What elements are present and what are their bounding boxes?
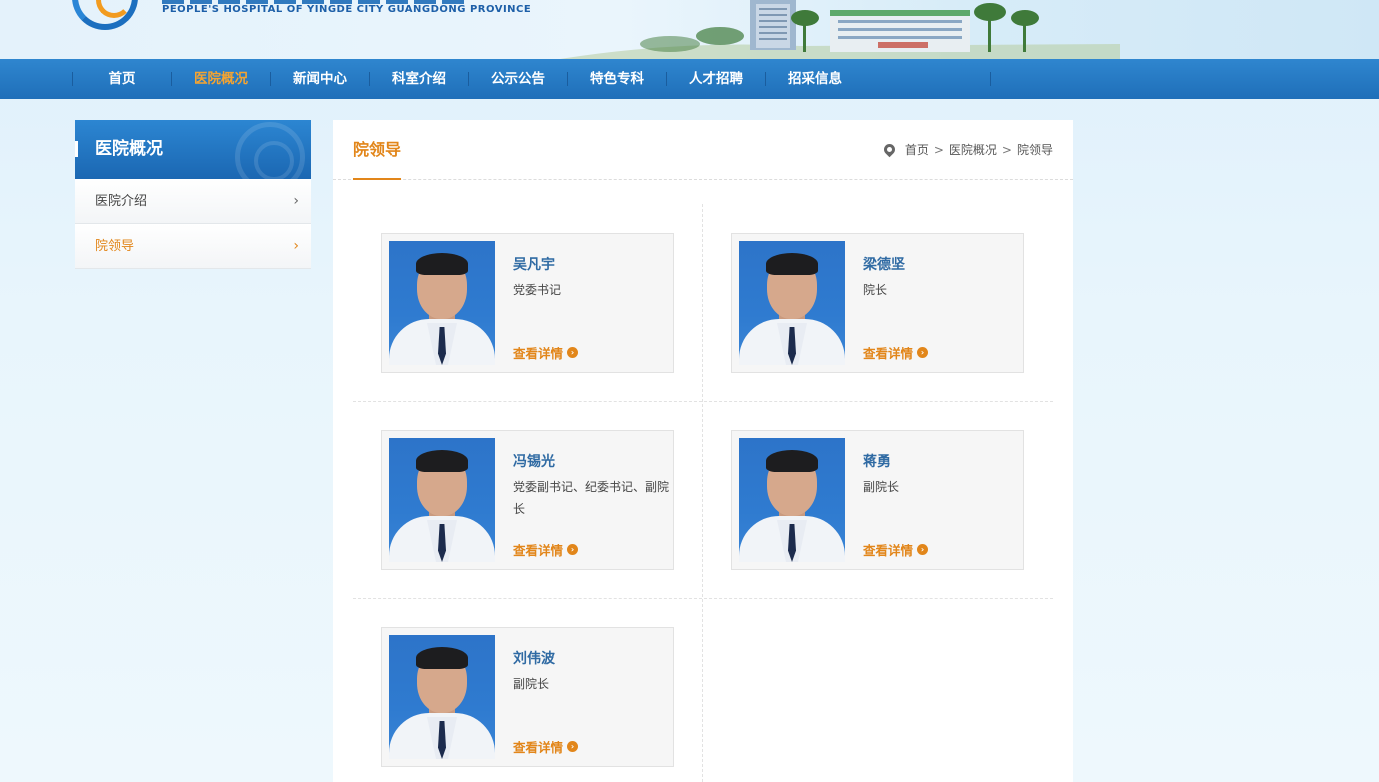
leader-role: 院长	[863, 283, 888, 297]
swirl-decoration-icon	[235, 122, 305, 179]
nav-item-hospital-overview[interactable]: 医院概况	[172, 59, 270, 99]
arrow-right-circle-icon: ›	[917, 544, 929, 555]
view-details-label: 查看详情	[863, 346, 914, 361]
sidebar-title: 医院概况	[95, 139, 163, 159]
nav-item-announcements[interactable]: 公示公告	[469, 59, 567, 99]
leader-role: 副院长	[863, 480, 900, 494]
view-details-link[interactable]: 查看详情 ›	[513, 737, 579, 756]
chevron-right-icon: ›	[293, 193, 299, 209]
sidebar-item-hospital-intro[interactable]: 医院介绍 ›	[75, 179, 311, 224]
nav-item-departments[interactable]: 科室介绍	[370, 59, 468, 99]
leader-card: 梁德坚 院长 查看详情 ›	[731, 233, 1024, 373]
hospital-building-banner	[560, 0, 1120, 59]
view-details-label: 查看详情	[863, 543, 914, 558]
location-pin-icon	[881, 141, 898, 157]
sidebar-item-label: 院领导	[95, 239, 135, 254]
leader-name[interactable]: 吴凡宇	[513, 254, 555, 274]
breadcrumb-separator: >	[1001, 143, 1012, 157]
hospital-logo-icon[interactable]	[72, 0, 138, 30]
arrow-right-circle-icon: ›	[567, 741, 579, 752]
leader-role: 副院长	[513, 677, 550, 691]
leader-photo[interactable]	[389, 438, 495, 562]
content-panel: 院领导 首页 > 医院概况 > 院领导 吴凡宇 党委书记 查看详情 › 梁德坚 …	[333, 120, 1073, 782]
leader-name[interactable]: 冯锡光	[513, 451, 555, 471]
view-details-link[interactable]: 查看详情 ›	[863, 540, 929, 559]
main-nav: 首页 医院概况 新闻中心 科室介绍 公示公告 特色专科 人才招聘 招采信息	[0, 59, 1379, 99]
leader-photo[interactable]	[739, 241, 845, 365]
title-underline	[353, 178, 401, 180]
nav-item-home[interactable]: 首页	[73, 59, 171, 99]
leader-card: 刘伟波 副院长 查看详情 ›	[381, 627, 674, 767]
sidebar-item-label: 医院介绍	[95, 194, 148, 209]
breadcrumb-current: 院领导	[1016, 143, 1053, 157]
logo-english-name: PEOPLE'S HOSPITAL OF YINGDE CITY GUANGDO…	[162, 4, 532, 15]
nav-item-news-center[interactable]: 新闻中心	[271, 59, 369, 99]
leader-photo[interactable]	[389, 635, 495, 759]
leader-role: 党委书记	[513, 283, 562, 297]
view-details-label: 查看详情	[513, 740, 564, 755]
breadcrumb-separator: >	[933, 143, 944, 157]
leader-card: 冯锡光 党委副书记、纪委书记、副院长 查看详情 ›	[381, 430, 674, 570]
arrow-right-circle-icon: ›	[917, 347, 929, 358]
breadcrumb-home-link[interactable]: 首页	[905, 120, 929, 180]
arrow-right-circle-icon: ›	[567, 347, 579, 358]
nav-divider	[990, 72, 991, 86]
view-details-label: 查看详情	[513, 346, 564, 361]
leader-name[interactable]: 刘伟波	[513, 648, 555, 668]
view-details-label: 查看详情	[513, 543, 564, 558]
nav-item-procurement[interactable]: 招采信息	[766, 59, 864, 99]
sidebar-header: 医院概况	[75, 120, 311, 179]
site-header: PEOPLE'S HOSPITAL OF YINGDE CITY GUANGDO…	[0, 0, 1379, 59]
leader-role: 党委副书记、纪委书记、副院长	[513, 480, 670, 516]
sidebar-title-marker	[75, 141, 78, 157]
nav-item-specialties[interactable]: 特色专科	[568, 59, 666, 99]
nav-item-recruitment[interactable]: 人才招聘	[667, 59, 765, 99]
leader-photo[interactable]	[739, 438, 845, 562]
page-title: 院领导	[353, 140, 402, 159]
leader-photo[interactable]	[389, 241, 495, 365]
sidebar-item-leadership[interactable]: 院领导 ›	[75, 224, 311, 269]
view-details-link[interactable]: 查看详情 ›	[513, 343, 579, 362]
leader-card: 吴凡宇 党委书记 查看详情 ›	[381, 233, 674, 373]
grid-column-divider	[702, 204, 703, 782]
grid-row-divider	[353, 401, 1053, 402]
leader-name[interactable]: 梁德坚	[863, 254, 905, 274]
arrow-right-circle-icon: ›	[567, 544, 579, 555]
leader-card: 蒋勇 副院长 查看详情 ›	[731, 430, 1024, 570]
grid-row-divider	[353, 598, 1053, 599]
breadcrumb: 首页 > 医院概况 > 院领导	[881, 120, 1053, 180]
chevron-right-icon: ›	[293, 238, 299, 254]
leader-name[interactable]: 蒋勇	[863, 451, 891, 471]
view-details-link[interactable]: 查看详情 ›	[513, 540, 579, 559]
breadcrumb-overview-link[interactable]: 医院概况	[949, 120, 997, 180]
view-details-link[interactable]: 查看详情 ›	[863, 343, 929, 362]
